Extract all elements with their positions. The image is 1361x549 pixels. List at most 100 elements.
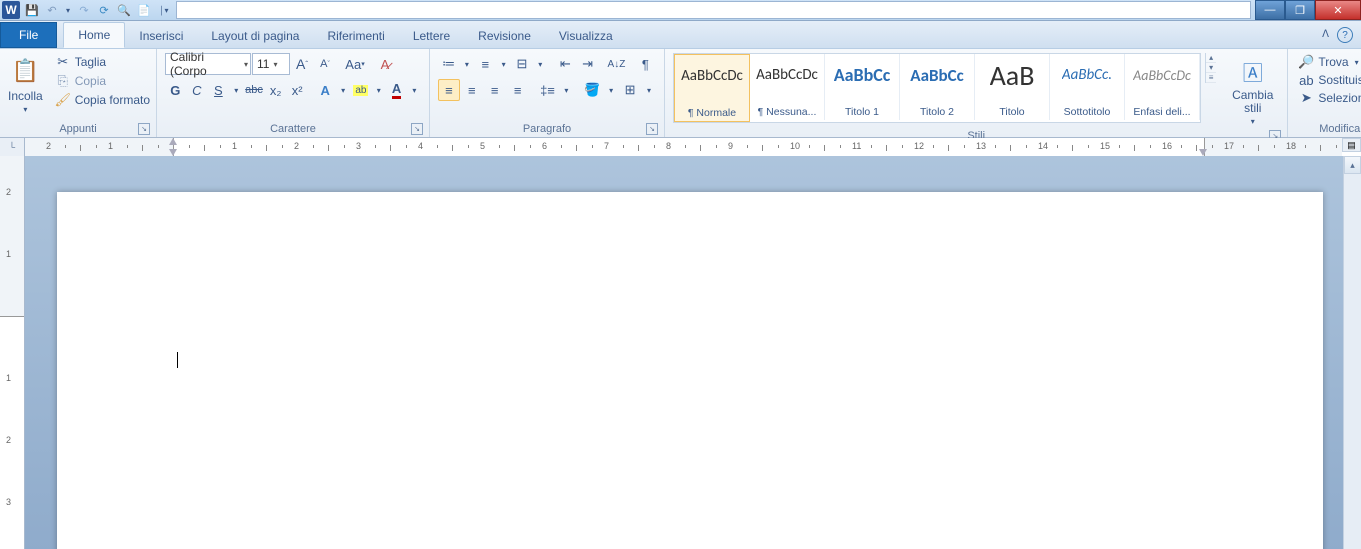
qat-customize-icon[interactable]: │▾ bbox=[156, 2, 172, 18]
vertical-scrollbar[interactable]: ▴ bbox=[1343, 156, 1361, 549]
decrease-indent-button[interactable]: ⇤ bbox=[555, 53, 576, 75]
clipboard-launcher-icon[interactable]: ↘ bbox=[138, 123, 150, 135]
style-item[interactable]: AaBbCcTitolo 1 bbox=[825, 54, 900, 120]
select-button[interactable]: ➤Seleziona▾ bbox=[1294, 89, 1361, 107]
font-color-dropdown[interactable]: ▾ bbox=[408, 79, 421, 101]
copy-button[interactable]: ⎘Copia bbox=[51, 72, 154, 90]
change-case-button[interactable]: Aa▾ bbox=[344, 53, 366, 75]
tab-file[interactable]: File bbox=[0, 22, 57, 48]
superscript-button[interactable]: x² bbox=[287, 79, 308, 101]
style-item[interactable]: AaBbCcDc¶ Normale bbox=[674, 54, 750, 122]
text-cursor bbox=[177, 352, 178, 368]
shrink-font-button[interactable]: Aˇ bbox=[314, 53, 336, 75]
grow-font-button[interactable]: Aˆ bbox=[291, 53, 313, 75]
multilevel-dropdown[interactable]: ▾ bbox=[534, 53, 548, 75]
borders-dropdown[interactable]: ▾ bbox=[642, 79, 656, 101]
bold-button[interactable]: G bbox=[165, 79, 186, 101]
style-item[interactable]: AaBbCcDcEnfasi deli... bbox=[1125, 54, 1200, 120]
borders-button[interactable]: ⊞ bbox=[619, 79, 641, 101]
shading-dropdown[interactable]: ▾ bbox=[604, 79, 618, 101]
align-right-button[interactable]: ≡ bbox=[484, 79, 506, 101]
replace-icon: ab bbox=[1298, 72, 1314, 88]
numbering-dropdown[interactable]: ▾ bbox=[497, 53, 511, 75]
highlight-dropdown[interactable]: ▾ bbox=[372, 79, 385, 101]
ruler-tick: 2 bbox=[6, 435, 11, 445]
find-button[interactable]: 🔎Trova▾ bbox=[1294, 53, 1361, 71]
font-launcher-icon[interactable]: ↘ bbox=[411, 123, 423, 135]
ruler-toggle-icon[interactable]: ▤ bbox=[1342, 138, 1361, 152]
paragraph-launcher-icon[interactable]: ↘ bbox=[646, 123, 658, 135]
maximize-button[interactable]: ❐ bbox=[1285, 0, 1315, 20]
gallery-down-icon[interactable]: ▾ bbox=[1206, 63, 1216, 73]
font-size-box[interactable]: 11▾ bbox=[252, 53, 290, 75]
bullets-dropdown[interactable]: ▾ bbox=[460, 53, 474, 75]
style-item[interactable]: AaBbCc.Sottotitolo bbox=[1050, 54, 1125, 120]
style-item[interactable]: AaBbCcDc¶ Nessuna... bbox=[750, 54, 825, 120]
ruler-tick: 6 bbox=[542, 141, 547, 151]
tab-layout[interactable]: Layout di pagina bbox=[197, 24, 313, 48]
horizontal-ruler[interactable]: 2112345678910111213141516171819 bbox=[25, 138, 1342, 157]
justify-button[interactable]: ≡ bbox=[507, 79, 529, 101]
text-effects-button[interactable]: A bbox=[315, 79, 336, 101]
highlight-button[interactable]: ab bbox=[351, 79, 372, 101]
subscript-button[interactable]: x₂ bbox=[265, 79, 286, 101]
scroll-track[interactable] bbox=[1344, 174, 1361, 549]
touch-mode-icon[interactable]: 🔍 bbox=[116, 2, 132, 18]
tab-view[interactable]: Visualizza bbox=[545, 24, 627, 48]
redo-icon[interactable]: ↷ bbox=[76, 2, 92, 18]
bullets-button[interactable]: ≔ bbox=[438, 53, 459, 75]
line-spacing-dropdown[interactable]: ▾ bbox=[559, 79, 573, 101]
sync-icon[interactable]: ⟳ bbox=[96, 2, 112, 18]
replace-button[interactable]: abSostituisci bbox=[1294, 71, 1361, 89]
help-icon[interactable]: ? bbox=[1337, 27, 1353, 43]
gallery-more-icon[interactable]: ≡ bbox=[1206, 73, 1216, 83]
word-app-icon[interactable]: W bbox=[2, 1, 20, 19]
show-marks-button[interactable]: ¶ bbox=[635, 53, 656, 75]
shading-button[interactable]: 🪣 bbox=[581, 79, 603, 101]
tab-references[interactable]: Riferimenti bbox=[313, 24, 398, 48]
ruler-corner[interactable]: └ bbox=[0, 138, 25, 157]
save-icon[interactable]: 💾 bbox=[24, 2, 40, 18]
new-doc-icon[interactable]: 📄 bbox=[136, 2, 152, 18]
undo-icon[interactable]: ↶ bbox=[44, 2, 60, 18]
underline-button[interactable]: S bbox=[208, 79, 229, 101]
tab-mailings[interactable]: Lettere bbox=[399, 24, 464, 48]
paste-button[interactable]: 📋 Incolla ▾ bbox=[4, 53, 47, 116]
align-left-button[interactable]: ≡ bbox=[438, 79, 460, 101]
gallery-up-icon[interactable]: ▴ bbox=[1206, 53, 1216, 63]
style-name-label: ¶ Nessuna... bbox=[758, 106, 817, 118]
font-color-button[interactable]: A bbox=[386, 79, 407, 101]
tab-review[interactable]: Revisione bbox=[464, 24, 545, 48]
style-item[interactable]: AaBbCcTitolo 2 bbox=[900, 54, 975, 120]
format-painter-button[interactable]: 🖌Copia formato bbox=[51, 91, 154, 109]
ribbon-minimize-icon[interactable]: ᐱ bbox=[1322, 29, 1329, 40]
page[interactable] bbox=[57, 192, 1323, 549]
document-canvas[interactable] bbox=[25, 156, 1343, 549]
underline-dropdown[interactable]: ▾ bbox=[230, 79, 243, 101]
tab-insert[interactable]: Inserisci bbox=[125, 24, 197, 48]
chevron-down-icon: ▾ bbox=[1251, 117, 1255, 126]
text-effects-dropdown[interactable]: ▾ bbox=[337, 79, 350, 101]
change-styles-button[interactable]: 🄰 Cambia stili ▾ bbox=[1226, 53, 1279, 128]
vertical-ruler[interactable]: 21123456 bbox=[0, 156, 25, 549]
increase-indent-button[interactable]: ⇥ bbox=[577, 53, 598, 75]
strikethrough-button[interactable]: abc bbox=[244, 79, 265, 101]
close-button[interactable]: ✕ bbox=[1315, 0, 1361, 20]
change-styles-icon: 🄰 bbox=[1237, 55, 1269, 87]
line-spacing-button[interactable]: ‡≡ bbox=[537, 79, 559, 101]
numbering-button[interactable]: ≡ bbox=[475, 53, 496, 75]
multilevel-button[interactable]: ⊟ bbox=[511, 53, 532, 75]
sort-button[interactable]: A↓Z bbox=[606, 53, 627, 75]
italic-button[interactable]: C bbox=[187, 79, 208, 101]
scroll-up-icon[interactable]: ▴ bbox=[1344, 156, 1361, 174]
font-name-box[interactable]: Calibri (Corpo▾ bbox=[165, 53, 251, 75]
style-item[interactable]: AaBTitolo bbox=[975, 54, 1050, 120]
align-center-button[interactable]: ≡ bbox=[461, 79, 483, 101]
ruler-tick: 16 bbox=[1162, 141, 1172, 151]
clear-formatting-button[interactable]: A̷ bbox=[374, 53, 396, 75]
minimize-button[interactable]: — bbox=[1255, 0, 1285, 20]
qat-dropdown-icon[interactable]: ▾ bbox=[64, 2, 72, 18]
tab-home[interactable]: Home bbox=[63, 22, 125, 48]
cut-button[interactable]: ✂Taglia bbox=[51, 53, 154, 71]
copy-icon: ⎘ bbox=[55, 73, 71, 89]
